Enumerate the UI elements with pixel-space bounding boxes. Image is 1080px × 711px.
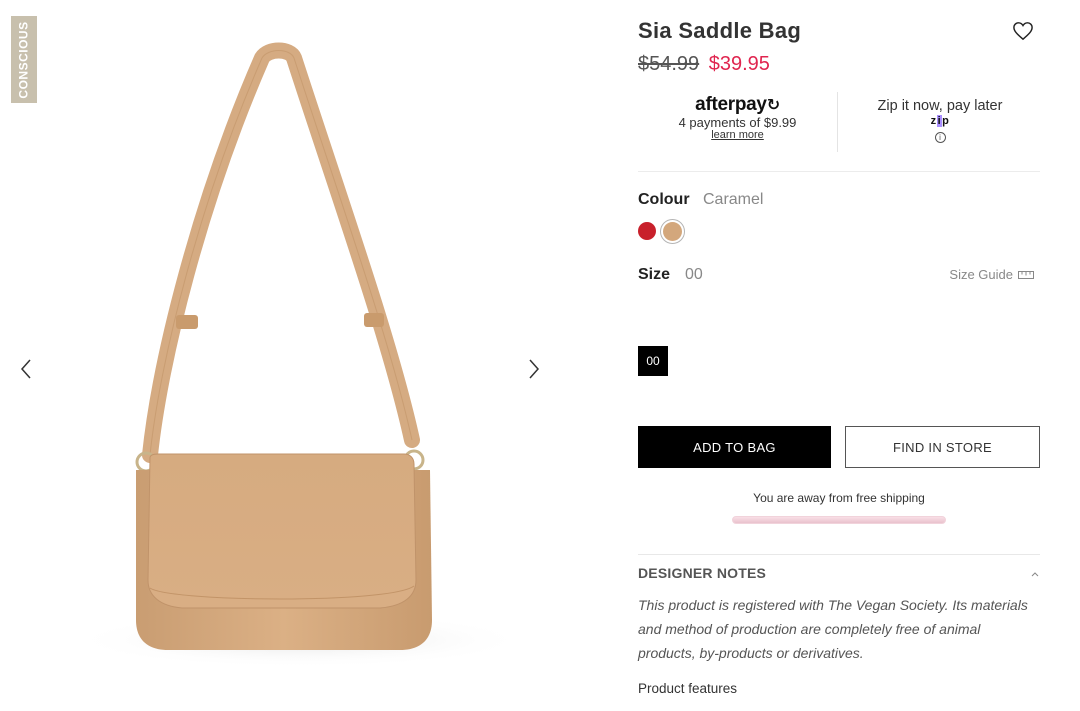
colour-swatch-caramel[interactable] xyxy=(660,219,685,244)
designer-notes-toggle[interactable]: DESIGNER NOTES xyxy=(638,565,1040,583)
add-to-bag-button[interactable]: ADD TO BAG xyxy=(638,426,831,468)
chevron-left-icon xyxy=(20,359,31,379)
zip-logo: zip xyxy=(930,115,950,127)
designer-notes-body: This product is registered with The Vega… xyxy=(638,597,1028,661)
conscious-badge: CONSCIOUS xyxy=(11,16,37,103)
product-image xyxy=(70,42,530,668)
zip-tagline: Zip it now, pay later xyxy=(877,98,1003,114)
product-info: Sia Saddle Bag $54.99 $39.95 afterpay↻ 4… xyxy=(638,0,1040,711)
designer-notes-title: DESIGNER NOTES xyxy=(638,565,767,581)
afterpay-widget[interactable]: afterpay↻ 4 payments of $9.99 learn more xyxy=(638,92,838,152)
price-original: $54.99 xyxy=(638,53,700,75)
product-gallery: CONSCIOUS xyxy=(0,0,560,711)
section-divider xyxy=(638,554,1040,555)
free-shipping-progress xyxy=(732,516,946,524)
chevron-up-icon xyxy=(1031,572,1039,577)
ruler-icon xyxy=(1018,270,1034,279)
conscious-badge-label: CONSCIOUS xyxy=(17,20,31,99)
find-in-store-button[interactable]: FIND IN STORE xyxy=(845,426,1040,468)
size-guide-label: Size Guide xyxy=(949,267,1013,282)
gallery-prev-button[interactable] xyxy=(14,356,38,382)
colour-selected: Caramel xyxy=(703,191,764,208)
afterpay-installments: 4 payments of $9.99 xyxy=(678,115,797,130)
afterpay-learn-more-link[interactable]: learn more xyxy=(638,130,837,141)
price-sale: $39.95 xyxy=(708,53,770,75)
info-icon[interactable]: i xyxy=(934,132,946,143)
afterpay-logo: afterpay↻ xyxy=(695,94,780,115)
size-guide-link[interactable]: Size Guide xyxy=(949,267,1034,282)
product-title: Sia Saddle Bag xyxy=(638,18,802,43)
size-selected: 00 xyxy=(685,266,703,283)
price-row: $54.99 $39.95 xyxy=(638,53,770,76)
payment-options: afterpay↻ 4 payments of $9.99 learn more… xyxy=(638,92,1040,172)
zip-widget[interactable]: Zip it now, pay later zip i xyxy=(840,92,1040,152)
heart-icon xyxy=(1013,22,1033,41)
colour-swatch-caramel-fill xyxy=(663,222,682,241)
free-shipping-message: You are away from free shipping xyxy=(753,491,925,505)
colour-swatch-red[interactable] xyxy=(638,222,656,240)
wishlist-button[interactable] xyxy=(1012,21,1034,41)
size-label: Size xyxy=(638,266,671,283)
product-features-heading: Product features xyxy=(638,681,738,696)
size-option-00[interactable]: 00 xyxy=(638,346,668,376)
colour-label: Colour xyxy=(638,191,690,208)
